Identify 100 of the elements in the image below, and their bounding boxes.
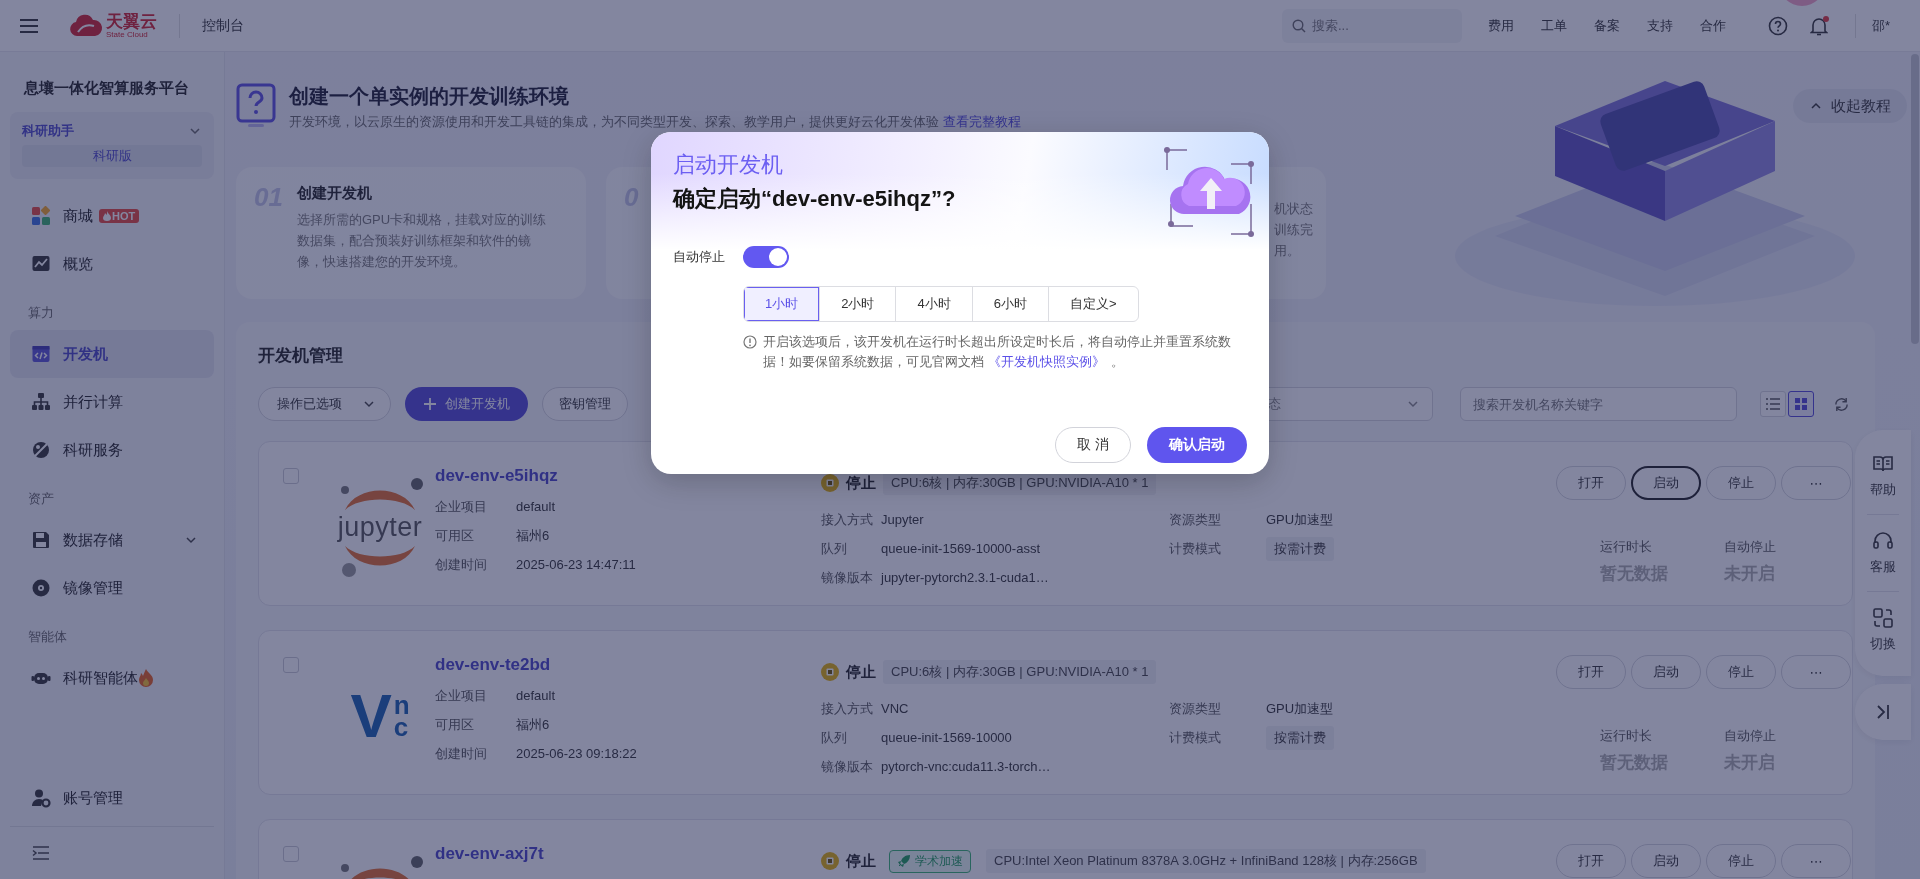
detail-label: 计费模式	[1169, 728, 1222, 747]
user-name[interactable]: 邵*	[1871, 16, 1890, 35]
action-button[interactable]: 启动	[1631, 844, 1701, 878]
nav-link[interactable]: 支持	[1646, 16, 1673, 35]
field-label: 创建时间	[435, 744, 488, 763]
collapse-tutorial-button[interactable]: 收起教程	[1793, 89, 1907, 123]
instance-name-link[interactable]: dev-env-te2bd	[435, 655, 551, 674]
list-view-toggle[interactable]	[1760, 391, 1786, 417]
workspace-selector[interactable]: 科研助手 科研版	[10, 112, 214, 179]
fire-icon	[139, 669, 153, 687]
action-button[interactable]: 停止	[1706, 844, 1776, 878]
detail-label: 接入方式	[821, 510, 874, 529]
grid-view-toggle[interactable]	[1788, 391, 1814, 417]
row-checkbox[interactable]	[283, 657, 299, 673]
search-field[interactable]: 搜索开发机名称关键字	[1460, 387, 1737, 421]
rocket-icon	[897, 854, 911, 868]
notification-bell-icon[interactable]	[1809, 15, 1828, 36]
sidebar-item[interactable]: 数据存储	[10, 516, 214, 564]
billing-tag: 按需计费	[1266, 725, 1334, 750]
edition-badge: 科研版	[22, 145, 202, 167]
detail-value: VNC	[881, 701, 910, 716]
field-value: default	[516, 688, 556, 703]
sidebar-item[interactable]: 概览	[10, 240, 214, 288]
full-tutorial-link[interactable]: 查看完整教程	[943, 114, 1021, 129]
detail-value: GPU加速型	[1266, 510, 1335, 529]
dock-button[interactable]: 切换	[1855, 592, 1911, 668]
logo-wordmark: jupyter	[337, 511, 423, 543]
duration-option[interactable]: 2小时	[820, 287, 897, 321]
detail-value: jupyter-pytorch2.3.1-cuda1…	[881, 570, 1050, 585]
field-label: 可用区	[435, 715, 475, 734]
action-button[interactable]: 打开	[1556, 844, 1626, 878]
action-button[interactable]: 停止	[1706, 466, 1776, 500]
flame-icon	[103, 211, 111, 221]
search-icon	[1291, 18, 1306, 33]
sidebar-item[interactable]: 镜像管理	[10, 564, 214, 612]
nav-link[interactable]: 费用	[1487, 16, 1514, 35]
search-field[interactable]: 搜索...	[1281, 8, 1462, 43]
field-value: 福州6	[516, 715, 550, 734]
disc-icon	[31, 578, 51, 598]
help-icon[interactable]	[1767, 15, 1788, 36]
auto-stop-toggle[interactable]	[743, 246, 789, 268]
nav-link[interactable]: 工单	[1540, 16, 1567, 35]
collapse-right-icon	[1874, 703, 1892, 721]
action-button[interactable]: 停止	[1706, 655, 1776, 689]
sidebar-item[interactable]: 账号管理	[10, 774, 214, 822]
action-button[interactable]: 打开	[1556, 466, 1626, 500]
create-button[interactable]: 创建开发机	[405, 387, 528, 421]
billing-tag: 按需计费	[1266, 536, 1334, 561]
dock-button[interactable]: 客服	[1855, 515, 1911, 591]
dock-button[interactable]: 帮助	[1855, 438, 1911, 514]
more-button[interactable]: ⋯	[1781, 655, 1851, 689]
nav-link[interactable]: 备案	[1593, 16, 1620, 35]
acceleration-tag: 学术加速	[889, 849, 971, 873]
snapshot-doc-link[interactable]: 《开发机快照实例》	[988, 355, 1105, 369]
line-chart-icon	[31, 254, 51, 274]
detail-value: pytorch-vnc:cuda11.3-torch…	[881, 759, 1052, 774]
question-icon	[236, 83, 276, 127]
duration-option[interactable]: 1小时	[744, 287, 821, 321]
duration-option[interactable]: 自定义>	[1048, 287, 1138, 321]
spec-tag: CPU:Intel Xeon Platinum 8378A 3.0GHz + InfiniBand 128核 | 内存:256GB	[986, 849, 1426, 873]
more-button[interactable]: ⋯	[1781, 844, 1851, 878]
headset-icon	[1872, 530, 1894, 552]
field-label: 创建时间	[435, 555, 488, 574]
collapse-menu-icon[interactable]	[32, 846, 50, 860]
metric-label: 运行时长	[1600, 727, 1653, 745]
row-checkbox[interactable]	[283, 468, 299, 484]
metric-label: 自动停止	[1724, 727, 1777, 745]
key-management-button[interactable]: 密钥管理	[542, 387, 628, 421]
spec-tag: CPU:6核 | 内存:30GB | GPU:NVIDIA-A10 * 1	[883, 660, 1157, 684]
refresh-icon[interactable]	[1834, 396, 1849, 412]
cancel-button[interactable]: 取 消	[1055, 427, 1131, 463]
code-window-icon	[31, 344, 51, 364]
sidebar-item[interactable]: 并行计算	[10, 378, 214, 426]
auto-stop-label: 自动停止	[673, 248, 726, 266]
instance-name-link[interactable]: dev-env-axj7t	[435, 844, 544, 863]
duration-option[interactable]: 6小时	[972, 287, 1049, 321]
duration-option[interactable]: 4小时	[896, 287, 973, 321]
sidebar-item[interactable]: 开发机	[10, 330, 214, 378]
action-button[interactable]: 启动	[1631, 655, 1701, 689]
detail-value: queue-init-1569-10000	[881, 730, 1013, 745]
instance-name-link[interactable]: dev-env-e5ihqz	[435, 466, 558, 485]
sidebar-item[interactable]: 商城 HOT	[10, 192, 214, 240]
detail-label: 资源类型	[1169, 699, 1222, 718]
nav-link[interactable]: 合作	[1699, 16, 1726, 35]
collapse-dock-button[interactable]	[1855, 684, 1911, 740]
sidebar-item[interactable]: 科研智能体	[10, 654, 214, 702]
action-button[interactable]: 打开	[1556, 655, 1626, 689]
grid-icon	[1795, 398, 1807, 410]
metric-label: 自动停止	[1724, 538, 1777, 556]
console-title: 控制台	[202, 16, 244, 35]
step-description: 机状态	[1274, 200, 1313, 218]
platform-title: 息壤一体化智算服务平台	[24, 79, 190, 98]
confirm-start-button[interactable]: 确认启动	[1147, 427, 1247, 463]
sidebar-item[interactable]: 科研服务	[10, 426, 214, 474]
action-button[interactable]: 启动	[1631, 466, 1701, 500]
more-button[interactable]: ⋯	[1781, 466, 1851, 500]
row-checkbox[interactable]	[283, 846, 299, 862]
hot-badge: HOT	[99, 209, 140, 223]
bulk-action-dropdown[interactable]: 操作已选项	[258, 387, 391, 421]
menu-icon[interactable]	[19, 17, 39, 34]
